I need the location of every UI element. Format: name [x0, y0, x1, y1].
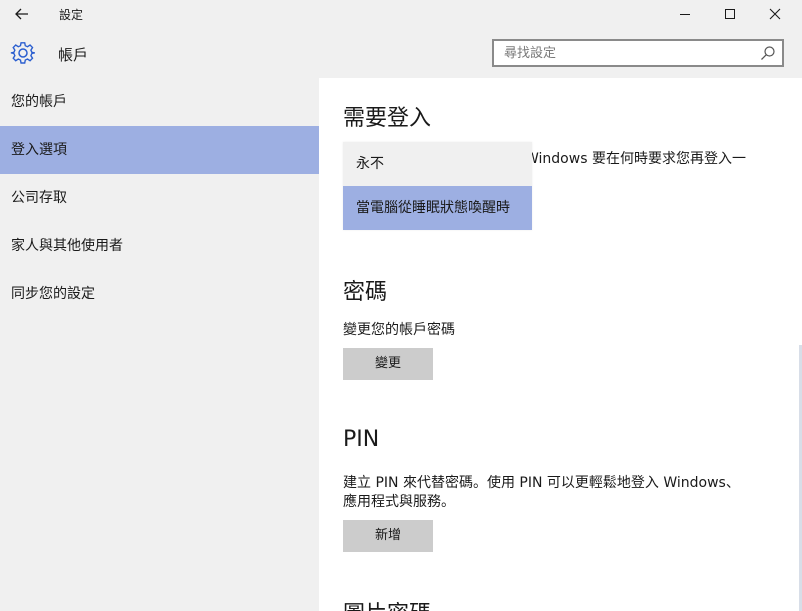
sidebar-item-sign-in-options[interactable]: 登入選項 — [0, 126, 319, 174]
dropdown-option-on-wake[interactable]: 當電腦從睡眠狀態喚醒時 — [343, 186, 532, 230]
maximize-icon — [725, 9, 735, 19]
gear-icon — [10, 42, 35, 64]
password-title: 密碼 — [343, 280, 388, 305]
close-button[interactable] — [752, 0, 798, 28]
search-input[interactable] — [494, 41, 764, 65]
window-title: 設定 — [59, 8, 84, 22]
picture-password-title: 圖片密碼 — [343, 596, 431, 611]
settings-window: 設定 帳戶 尋找設定 您的帳戶 登入選項 公司存取 家人與其他使用者 同步您的設… — [0, 0, 802, 611]
page-header: 帳戶 — [0, 28, 802, 78]
pin-title: PIN — [343, 427, 380, 452]
sidebar-item-work-access[interactable]: 公司存取 — [0, 174, 319, 222]
add-pin-button[interactable]: 新增 — [343, 520, 433, 552]
dropdown-option-never[interactable]: 永不 — [343, 142, 532, 186]
pin-description-line1: 建立 PIN 來代替密碼。使用 PIN 可以更輕鬆地登入 Windows、 — [343, 475, 740, 491]
sidebar: 您的帳戶 登入選項 公司存取 家人與其他使用者 同步您的設定 — [0, 78, 319, 611]
back-button[interactable] — [8, 2, 36, 26]
page-title: 帳戶 — [58, 46, 89, 64]
sidebar-item-family-other-users[interactable]: 家人與其他使用者 — [0, 222, 319, 270]
password-description: 變更您的帳戶密碼 — [343, 322, 455, 338]
search-icon[interactable] — [760, 45, 776, 61]
minimize-icon — [680, 14, 690, 15]
title-bar: 設定 — [0, 0, 802, 28]
pin-description-line2: 應用程式與服務。 — [343, 494, 455, 510]
require-signin-title: 需要登入 — [343, 106, 432, 131]
main-content: 需要登入 Windows 要在何時要求您再登入一 永不 當電腦從睡眠狀態喚醒時 … — [319, 78, 802, 611]
minimize-button[interactable] — [662, 0, 708, 28]
sidebar-item-your-account[interactable]: 您的帳戶 — [0, 78, 319, 126]
require-signin-description: Windows 要在何時要求您再登入一 — [525, 151, 746, 167]
maximize-button[interactable] — [707, 0, 753, 28]
require-signin-dropdown[interactable]: 永不 當電腦從睡眠狀態喚醒時 — [343, 142, 532, 230]
back-arrow-icon — [15, 8, 28, 20]
search-box[interactable] — [492, 39, 784, 67]
close-icon — [769, 8, 781, 20]
sidebar-item-sync-settings[interactable]: 同步您的設定 — [0, 270, 319, 318]
change-password-button[interactable]: 變更 — [343, 348, 433, 380]
